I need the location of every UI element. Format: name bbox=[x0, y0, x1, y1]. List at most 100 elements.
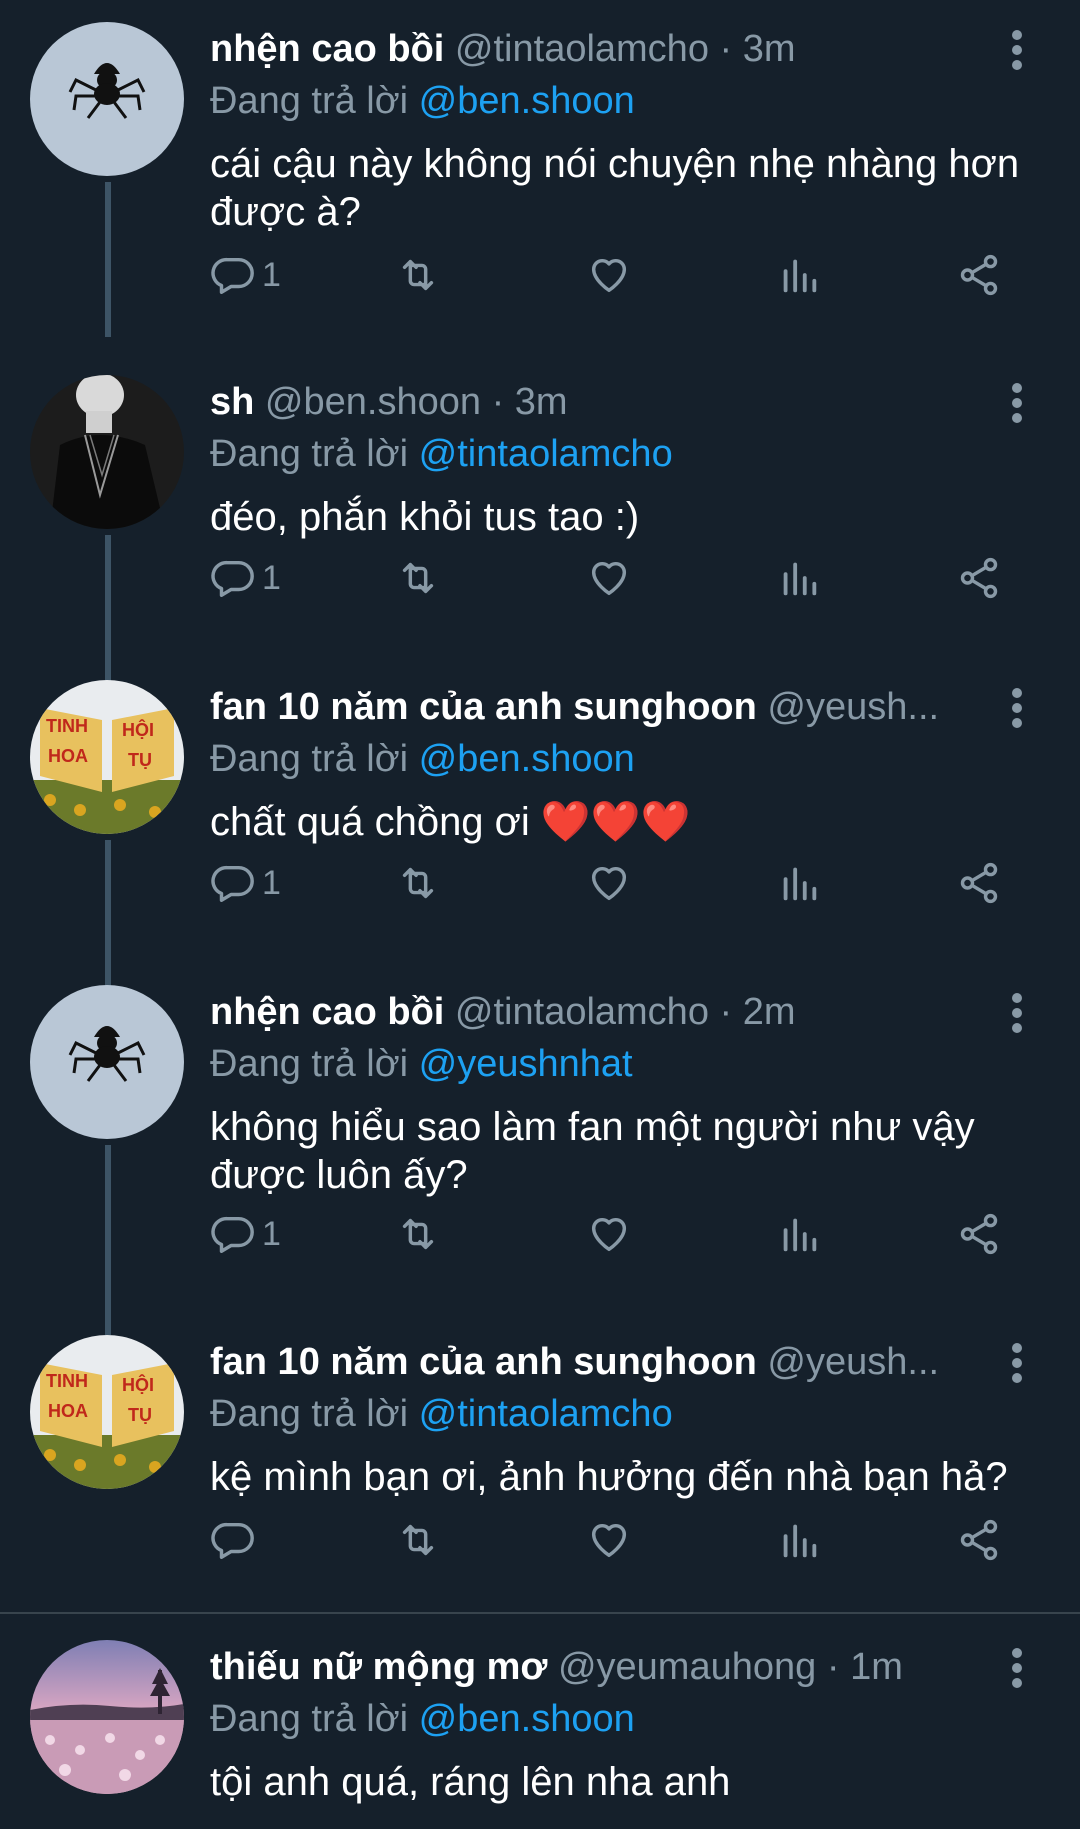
more-icon[interactable] bbox=[1000, 991, 1034, 1035]
display-name[interactable]: sh bbox=[210, 381, 254, 423]
tweet-header: nhện cao bồi @tintaolamcho · 3m bbox=[210, 28, 796, 70]
analytics-button[interactable] bbox=[776, 858, 822, 908]
tweet[interactable]: sh @ben.shoon · 3m Đang trả lời @tintaol… bbox=[0, 375, 1080, 685]
display-name[interactable]: nhện cao bồi bbox=[210, 28, 444, 70]
timestamp[interactable]: 2m bbox=[743, 991, 796, 1033]
tweet[interactable]: nhện cao bồi @tintaolamcho · 3m Đang trả… bbox=[0, 22, 1080, 337]
more-icon[interactable] bbox=[1000, 1341, 1034, 1385]
handle[interactable]: @tintaolamcho bbox=[455, 991, 709, 1033]
reply-button[interactable] bbox=[210, 1515, 262, 1565]
reply-button[interactable]: 1 bbox=[210, 250, 281, 300]
reply-button[interactable]: 1 bbox=[210, 553, 281, 603]
tweet[interactable]: TINH HOA HỘI TỤ fan 10 năm của anh sungh… bbox=[0, 680, 1080, 990]
avatar[interactable] bbox=[30, 375, 184, 529]
reply-button[interactable]: 1 bbox=[210, 858, 281, 908]
timestamp[interactable]: 3m bbox=[515, 381, 568, 423]
like-button[interactable] bbox=[586, 553, 632, 603]
reply-to-line: Đang trả lời @tintaolamcho bbox=[210, 1391, 673, 1437]
thread-line bbox=[105, 1145, 111, 1335]
reply-icon bbox=[211, 1522, 254, 1559]
retweet-button[interactable] bbox=[395, 1209, 441, 1259]
share-button[interactable] bbox=[956, 858, 1002, 908]
handle[interactable]: @ben.shoon bbox=[265, 381, 481, 423]
reply-icon bbox=[211, 560, 254, 597]
tweet-header: sh @ben.shoon · 3m bbox=[210, 381, 568, 423]
avatar-text: TINH bbox=[46, 1371, 88, 1391]
avatar[interactable] bbox=[30, 1640, 184, 1794]
share-button[interactable] bbox=[956, 250, 1002, 300]
like-button[interactable] bbox=[586, 1209, 632, 1259]
share-icon bbox=[960, 1213, 998, 1255]
analytics-button[interactable] bbox=[776, 1209, 822, 1259]
display-name[interactable]: thiếu nữ mộng mơ bbox=[210, 1646, 547, 1688]
share-icon bbox=[960, 254, 998, 296]
handle[interactable]: @yeush... bbox=[767, 1341, 939, 1383]
share-button[interactable] bbox=[956, 553, 1002, 603]
analytics-icon bbox=[783, 259, 817, 293]
avatar[interactable]: TINH HOA HỘI TỤ bbox=[30, 1335, 184, 1489]
timestamp[interactable]: 3m bbox=[743, 28, 796, 70]
tweet-text: không hiểu sao làm fan một người như vậy… bbox=[210, 1105, 975, 1197]
like-icon bbox=[591, 1523, 627, 1558]
analytics-button[interactable] bbox=[776, 1515, 822, 1565]
display-name[interactable]: nhện cao bồi bbox=[210, 991, 444, 1033]
reply-to-mention[interactable]: @ben.shoon bbox=[419, 80, 635, 122]
reply-to-mention[interactable]: @ben.shoon bbox=[419, 1698, 635, 1740]
more-icon[interactable] bbox=[1000, 28, 1034, 72]
like-button[interactable] bbox=[586, 250, 632, 300]
analytics-button[interactable] bbox=[776, 553, 822, 603]
like-icon bbox=[591, 866, 627, 901]
share-icon bbox=[960, 557, 998, 599]
like-button[interactable] bbox=[586, 858, 632, 908]
reply-to-mention[interactable]: @tintaolamcho bbox=[419, 433, 673, 475]
pink-flower-field-icon bbox=[30, 1640, 184, 1794]
retweet-button[interactable] bbox=[395, 250, 441, 300]
divider bbox=[0, 1612, 1080, 1614]
avatar[interactable] bbox=[30, 985, 184, 1139]
more-icon[interactable] bbox=[1000, 381, 1034, 425]
reply-count: 1 bbox=[262, 863, 281, 902]
reply-button[interactable]: 1 bbox=[210, 1209, 281, 1259]
action-bar bbox=[210, 1515, 1030, 1565]
tweet[interactable]: thiếu nữ mộng mơ @yeumauhong · 1m Đang t… bbox=[0, 1640, 1080, 1829]
reply-to-label: Đang trả lời bbox=[210, 433, 409, 475]
avatar-text: TỤ bbox=[128, 1405, 152, 1425]
analytics-button[interactable] bbox=[776, 250, 822, 300]
avatar-text: HỘI bbox=[122, 1374, 154, 1395]
tweet[interactable]: TINH HOA HỘI TỤ fan 10 năm của anh sungh… bbox=[0, 1335, 1080, 1605]
action-bar: 1 bbox=[210, 858, 1030, 908]
like-icon bbox=[591, 258, 627, 293]
share-button[interactable] bbox=[956, 1209, 1002, 1259]
share-button[interactable] bbox=[956, 1515, 1002, 1565]
avatar[interactable]: TINH HOA HỘI TỤ bbox=[30, 680, 184, 834]
display-name[interactable]: fan 10 năm của anh sunghoon bbox=[210, 1341, 757, 1383]
retweet-button[interactable] bbox=[395, 858, 441, 908]
more-icon[interactable] bbox=[1000, 686, 1034, 730]
action-bar: 1 bbox=[210, 553, 1030, 603]
reply-to-mention[interactable]: @tintaolamcho bbox=[419, 1393, 673, 1435]
handle[interactable]: @yeush... bbox=[767, 686, 939, 728]
share-icon bbox=[960, 862, 998, 904]
handle[interactable]: @yeumauhong bbox=[558, 1646, 816, 1688]
timestamp[interactable]: 1m bbox=[850, 1646, 903, 1688]
analytics-icon bbox=[783, 1218, 817, 1252]
reply-count: 1 bbox=[262, 1214, 281, 1253]
like-button[interactable] bbox=[586, 1515, 632, 1565]
reply-to-mention[interactable]: @yeushnhat bbox=[419, 1043, 633, 1085]
avatar-text: HOA bbox=[48, 1401, 88, 1421]
tweet-header: fan 10 năm của anh sunghoon @yeush... bbox=[210, 684, 960, 730]
retweet-button[interactable] bbox=[395, 553, 441, 603]
avatar-text: HOA bbox=[48, 746, 88, 766]
reply-to-label: Đang trả lời bbox=[210, 738, 409, 780]
avatar[interactable] bbox=[30, 22, 184, 176]
tweet-text: kệ mình bạn ơi, ảnh hưởng đến nhà bạn hả… bbox=[210, 1455, 1008, 1499]
retweet-icon bbox=[402, 562, 434, 594]
more-icon[interactable] bbox=[1000, 1646, 1034, 1690]
reply-to-mention[interactable]: @ben.shoon bbox=[419, 738, 635, 780]
display-name[interactable]: fan 10 năm của anh sunghoon bbox=[210, 686, 757, 728]
tweet[interactable]: nhện cao bồi @tintaolamcho · 2m Đang trả… bbox=[0, 985, 1080, 1335]
analytics-icon bbox=[783, 562, 817, 596]
handle[interactable]: @tintaolamcho bbox=[455, 28, 709, 70]
reply-to-line: Đang trả lời @ben.shoon bbox=[210, 1696, 635, 1742]
retweet-button[interactable] bbox=[395, 1515, 441, 1565]
